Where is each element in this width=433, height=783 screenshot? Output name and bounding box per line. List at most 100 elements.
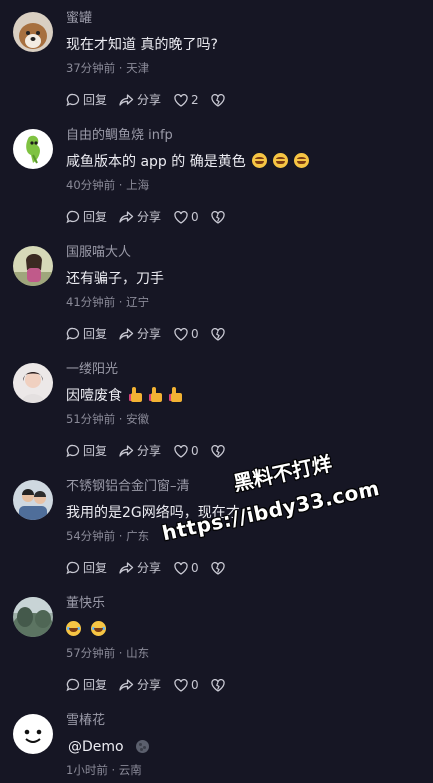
comment-bubble-icon xyxy=(66,327,80,341)
share-button[interactable]: 分享 xyxy=(119,675,161,695)
share-label: 分享 xyxy=(137,210,162,224)
share-button[interactable]: 分享 xyxy=(119,90,161,110)
heart-icon xyxy=(174,678,188,692)
grin-emoji-icon xyxy=(251,153,267,168)
reply-label: 回复 xyxy=(83,93,108,107)
comment-item: 董快乐 57分钟前 · 山东 回复 分享 0 xyxy=(0,595,433,712)
broken-heart-icon xyxy=(211,561,225,575)
username[interactable]: 自由的鲷鱼烧 infp xyxy=(66,127,173,145)
username[interactable]: 不锈钢铝合金门窗–清 xyxy=(66,478,190,496)
comment-item: 自由的鲷鱼烧 infp 咸鱼版本的 app 的 确是黄色 40分钟前 · 上海 … xyxy=(0,127,433,244)
share-button[interactable]: 分享 xyxy=(119,207,161,227)
share-arrow-icon xyxy=(119,562,134,574)
laughing-emoji-icon xyxy=(66,621,81,636)
reply-label: 回复 xyxy=(83,444,108,458)
comment-item: 一缕阳光 因噎废食 51分钟前 · 安徽 回复 分享 0 xyxy=(0,361,433,478)
comment-bubble-icon xyxy=(66,444,80,458)
like-count: 0 xyxy=(191,444,199,458)
thumbs-up-emoji-icon xyxy=(168,387,182,402)
reply-label: 回复 xyxy=(83,561,108,575)
heart-icon xyxy=(174,444,188,458)
avatar[interactable] xyxy=(13,480,53,520)
grin-emoji-icon xyxy=(293,153,309,168)
grin-emoji-icon xyxy=(272,153,288,168)
reply-button[interactable]: 回复 xyxy=(66,90,107,110)
comment-text: 咸鱼版本的 app 的 确是黄色 xyxy=(66,152,309,172)
reply-button[interactable]: 回复 xyxy=(66,675,107,695)
like-button[interactable]: 0 xyxy=(174,207,199,227)
heart-icon xyxy=(174,93,188,107)
reply-button[interactable]: 回复 xyxy=(66,324,107,344)
comment-text: 现在才知道 真的晚了吗? xyxy=(66,37,218,53)
thumbs-up-emoji-icon xyxy=(148,387,162,402)
dislike-button[interactable] xyxy=(211,90,228,110)
comment-text xyxy=(60,620,106,640)
share-button[interactable]: 分享 xyxy=(119,324,161,344)
avatar[interactable] xyxy=(13,714,53,754)
like-count: 0 xyxy=(191,678,199,692)
username[interactable]: 国服喵大人 xyxy=(66,244,131,262)
share-button[interactable]: 分享 xyxy=(119,441,161,461)
broken-heart-icon xyxy=(211,444,225,458)
share-arrow-icon xyxy=(119,211,134,223)
broken-heart-icon xyxy=(211,327,225,341)
like-button[interactable]: 2 xyxy=(174,90,199,110)
reply-label: 回复 xyxy=(83,678,108,692)
comment-item: 国服喵大人 还有骗子，刀手 41分钟前 · 辽宁 回复 分享 0 xyxy=(0,244,433,361)
reply-label: 回复 xyxy=(83,210,108,224)
like-button[interactable]: 0 xyxy=(174,441,199,461)
reply-button[interactable]: 回复 xyxy=(66,558,107,578)
share-label: 分享 xyxy=(137,561,162,575)
comment-meta: 37分钟前 · 天津 xyxy=(66,61,150,75)
avatar[interactable] xyxy=(13,597,53,637)
comment-text: 还有骗子，刀手 xyxy=(66,271,164,287)
avatar[interactable] xyxy=(13,363,53,403)
comment-meta: 41分钟前 · 辽宁 xyxy=(66,295,150,309)
avatar[interactable] xyxy=(13,246,53,286)
comment-bubble-icon xyxy=(66,210,80,224)
like-count: 2 xyxy=(191,93,199,107)
heart-icon xyxy=(174,327,188,341)
avatar[interactable] xyxy=(13,12,53,52)
share-arrow-icon xyxy=(119,94,134,106)
share-label: 分享 xyxy=(137,444,162,458)
username[interactable]: 雪椿花 xyxy=(66,712,105,730)
like-button[interactable]: 0 xyxy=(174,558,199,578)
broken-heart-icon xyxy=(211,678,225,692)
comment-bubble-icon xyxy=(66,561,80,575)
reply-button[interactable]: 回复 xyxy=(66,441,107,461)
like-button[interactable]: 0 xyxy=(174,675,199,695)
comment-item: 雪椿花 @Demo 1小时前 · 云南 xyxy=(0,712,433,783)
reply-button[interactable]: 回复 xyxy=(66,207,107,227)
comment-meta: 40分钟前 · 上海 xyxy=(66,178,150,192)
like-count: 0 xyxy=(191,210,199,224)
like-count: 0 xyxy=(191,561,199,575)
share-label: 分享 xyxy=(137,327,162,341)
comment-meta: 57分钟前 · 山东 xyxy=(66,646,150,660)
username[interactable]: 董快乐 xyxy=(66,595,105,613)
avatar[interactable] xyxy=(13,129,53,169)
comment-item: 蜜罐 现在才知道 真的晚了吗? 37分钟前 · 天津 回复 分享 2 xyxy=(0,10,433,127)
share-button[interactable]: 分享 xyxy=(119,558,161,578)
comment-meta: 54分钟前 · 广东 xyxy=(66,529,150,543)
comment-text: 因噎废食 xyxy=(66,386,182,406)
comment-meta: 1小时前 · 云南 xyxy=(66,763,142,777)
heart-icon xyxy=(174,210,188,224)
username[interactable]: 蜜罐 xyxy=(66,10,92,28)
broken-heart-icon xyxy=(211,210,225,224)
dislike-button[interactable] xyxy=(211,558,228,578)
dislike-button[interactable] xyxy=(211,207,228,227)
share-label: 分享 xyxy=(137,93,162,107)
dislike-button[interactable] xyxy=(211,441,228,461)
like-button[interactable]: 0 xyxy=(174,324,199,344)
share-arrow-icon xyxy=(119,679,134,691)
username[interactable]: 一缕阳光 xyxy=(66,361,118,379)
dislike-button[interactable] xyxy=(211,675,228,695)
share-arrow-icon xyxy=(119,445,134,457)
mention-link[interactable]: @Demo xyxy=(68,739,124,755)
comment-text: @Demo xyxy=(68,737,149,757)
comment-bubble-icon xyxy=(66,678,80,692)
dislike-button[interactable] xyxy=(211,324,228,344)
broken-heart-icon xyxy=(211,93,225,107)
comment-item: 不锈钢铝合金门窗–清 我用的是2G网络吗，现在才 54分钟前 · 广东 回复 分… xyxy=(0,478,433,595)
